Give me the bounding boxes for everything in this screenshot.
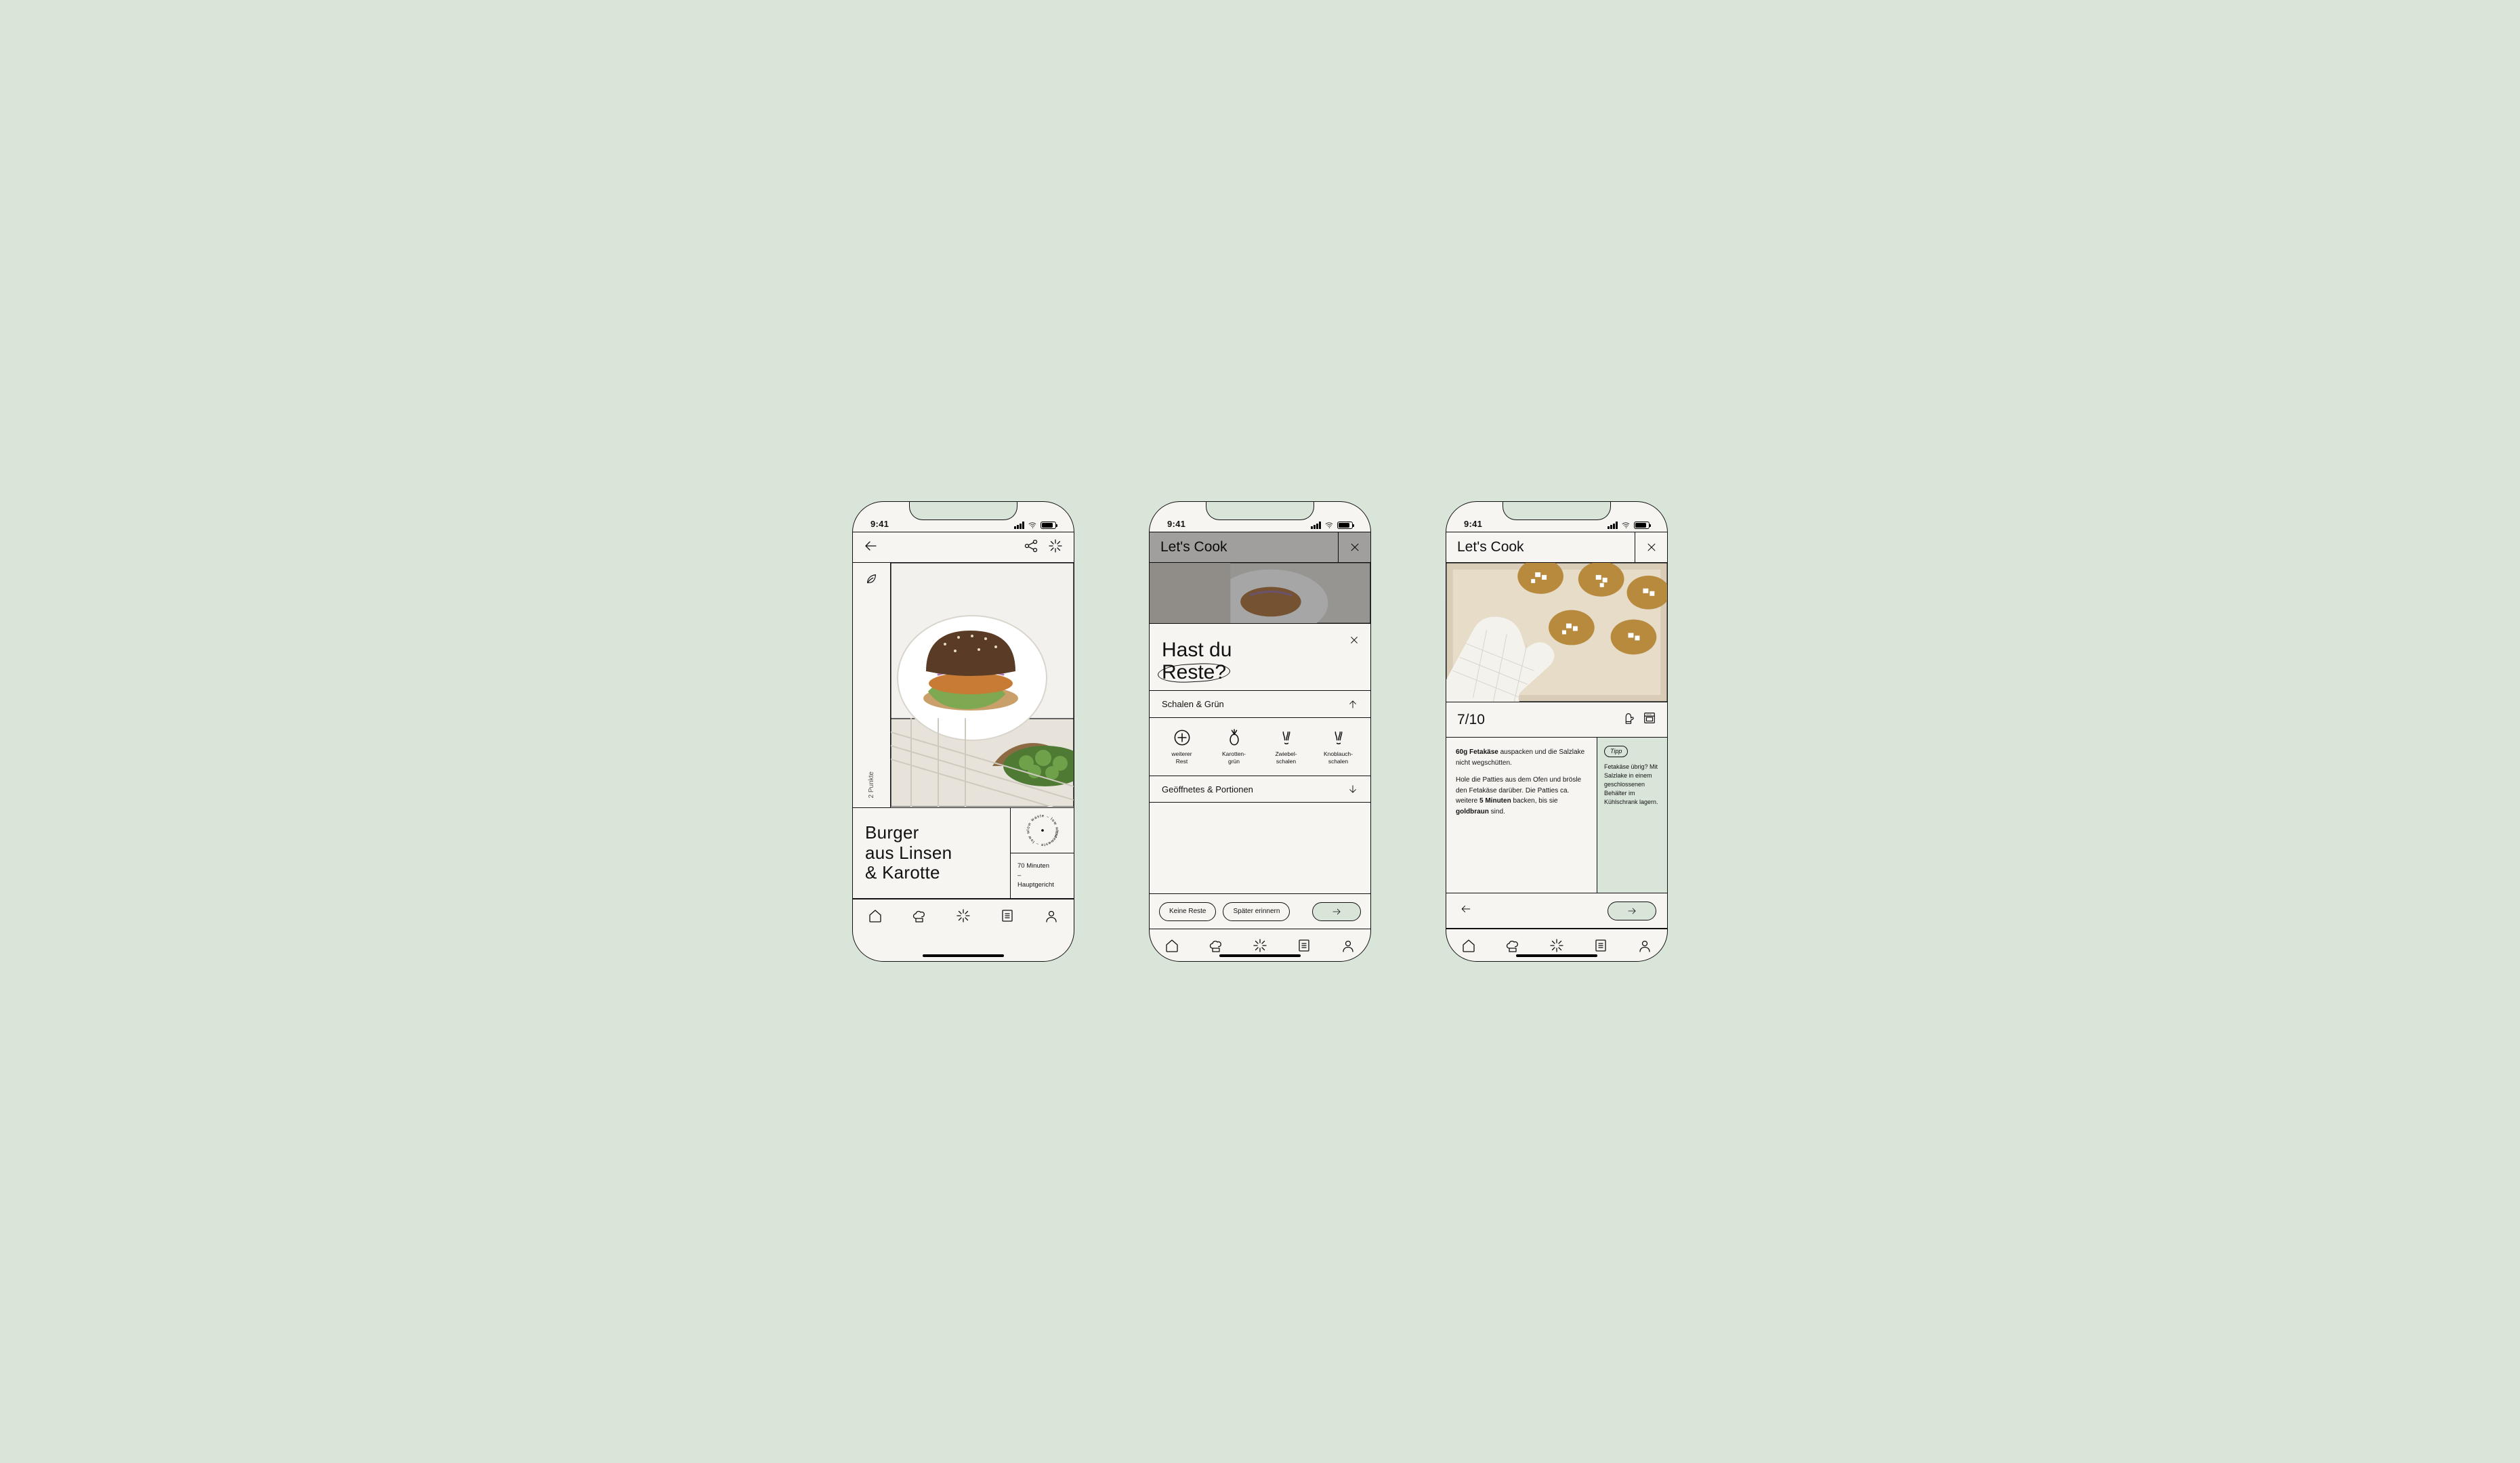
recipe-meta: 70 Minuten – Hauptgericht	[1011, 853, 1074, 898]
item-onion-peels[interactable]: Zwiebel-schalen	[1262, 729, 1310, 765]
tip-text: Fetakäse übrig? Mit Salzlake in einem ge…	[1604, 763, 1660, 807]
step-actions	[1446, 893, 1667, 929]
item-garlic-peels[interactable]: Knoblauch-schalen	[1314, 729, 1362, 765]
signal-icon	[1608, 522, 1618, 529]
course: Hauptgericht	[1017, 881, 1067, 890]
battery-icon	[1634, 522, 1650, 529]
points-label: 2 Punkte	[868, 771, 875, 798]
phone-leftovers-modal: 9:41 Let's Cook	[1149, 501, 1371, 962]
item-add-more[interactable]: weitererRest	[1158, 729, 1206, 765]
header-title: Let's Cook	[1457, 539, 1635, 555]
chevron-up-icon	[1347, 699, 1358, 710]
sheet-close-button[interactable]	[1349, 635, 1360, 649]
action-bar: Keine Reste Später erinnern	[1150, 893, 1370, 929]
back-button[interactable]	[864, 538, 879, 557]
nav-spark[interactable]	[950, 902, 977, 929]
tip-badge: Tipp	[1604, 746, 1628, 757]
arrow-right-icon	[1327, 907, 1346, 916]
step-instructions: 60g Fetakäse auspacken und die Salzlake …	[1446, 738, 1597, 893]
step-counter: 7/10	[1457, 712, 1485, 728]
leaf-icon	[865, 572, 879, 589]
recipe-header	[853, 532, 1074, 563]
close-button[interactable]	[1635, 532, 1667, 562]
signal-icon	[1311, 522, 1322, 529]
continue-button[interactable]	[1312, 902, 1361, 921]
battery-icon	[1337, 522, 1353, 529]
tab-bar	[853, 899, 1074, 931]
remind-later-button[interactable]: Später erinnern	[1223, 902, 1290, 921]
nav-list[interactable]	[994, 902, 1021, 929]
signal-icon	[1014, 522, 1025, 529]
wifi-icon	[1324, 522, 1335, 529]
recipe-title: Burger aus Linsen & Karotte	[865, 823, 952, 884]
nav-home[interactable]	[1158, 932, 1185, 959]
status-time: 9:41	[870, 519, 889, 529]
status-time: 9:41	[1167, 519, 1185, 529]
status-time: 9:41	[1464, 519, 1482, 529]
mitt-icon	[1621, 711, 1635, 728]
nav-home[interactable]	[1455, 932, 1482, 959]
item-carrot-greens[interactable]: Karotten-grün	[1210, 729, 1258, 765]
nav-profile[interactable]	[1631, 932, 1658, 959]
wifi-icon	[1621, 522, 1631, 529]
leftover-items: weitererRest Karotten-grün Zwiebel-schal…	[1150, 717, 1370, 776]
accordion-peels-greens[interactable]: Schalen & Grün	[1150, 690, 1370, 717]
low-waste-stamp: low waste – low waste – low waste – low …	[1011, 808, 1074, 853]
arrow-right-icon	[1622, 906, 1641, 916]
wifi-icon	[1028, 522, 1038, 529]
tip-panel: Tipp Fetakäse übrig? Mit Salzlake in ein…	[1597, 738, 1667, 893]
nav-chef[interactable]	[906, 902, 933, 929]
step-indicator-row: 7/10	[1446, 702, 1667, 738]
phone-cook-step: 9:41 Let's Cook	[1446, 501, 1668, 962]
battery-icon	[1041, 522, 1056, 529]
leftovers-sheet: Hast du Reste? Schalen & Grün weitererRe…	[1150, 624, 1370, 929]
phone-recipe-detail: 9:41 2 Punkte	[852, 501, 1074, 962]
nav-profile[interactable]	[1335, 932, 1362, 959]
nav-profile[interactable]	[1038, 902, 1065, 929]
no-leftovers-button[interactable]: Keine Reste	[1159, 902, 1216, 921]
step-photo	[1446, 563, 1667, 702]
chevron-down-icon	[1347, 784, 1358, 794]
spark-button[interactable]	[1048, 538, 1063, 557]
question-heading: Hast du Reste?	[1162, 639, 1358, 683]
nav-home[interactable]	[862, 902, 889, 929]
next-step-button[interactable]	[1608, 902, 1656, 920]
recipe-photo	[891, 563, 1074, 807]
share-button[interactable]	[1024, 538, 1038, 557]
duration: 70 Minuten	[1017, 862, 1067, 871]
prev-step-button[interactable]	[1457, 904, 1475, 918]
cook-header: Let's Cook	[1446, 532, 1667, 563]
accordion-opened-portions[interactable]: Geöffnetes & Portionen	[1150, 776, 1370, 803]
oven-icon	[1643, 711, 1656, 728]
